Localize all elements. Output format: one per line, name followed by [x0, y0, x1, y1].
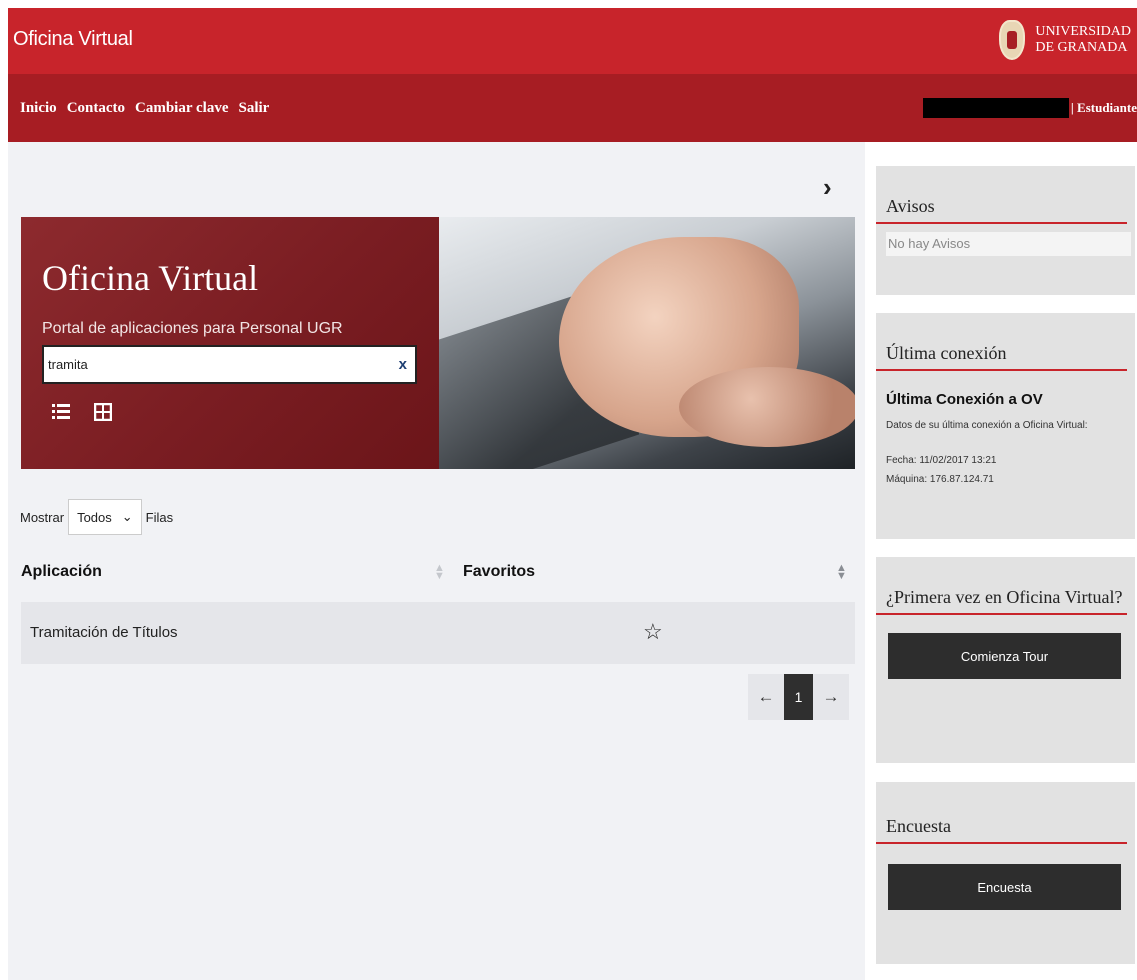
encuesta-card: Encuesta Encuesta [876, 782, 1135, 964]
column-header-aplicacion[interactable]: Aplicación [21, 563, 102, 581]
redacted-user-name [922, 98, 1069, 118]
main-content: › Oficina Virtual Portal de aplicaciones… [8, 142, 865, 980]
rows-control: Mostrar Todos ⌄ Filas [20, 499, 173, 535]
rows-select-value: Todos [77, 509, 112, 525]
app-title[interactable]: Oficina Virtual [13, 28, 133, 51]
chevron-down-icon: ⌄ [121, 509, 133, 524]
rows-label: Filas [145, 509, 174, 525]
top-header: Oficina Virtual UNIVERSIDAD DE GRANADA [8, 8, 1137, 74]
column-header-favoritos[interactable]: Favoritos [463, 563, 535, 581]
logo-line-1: UNIVERSIDAD [1035, 24, 1131, 39]
clear-icon[interactable]: x [399, 356, 407, 373]
ultima-conexion-card: Última conexión Última Conexión a OV Dat… [876, 313, 1135, 539]
star-icon[interactable]: ☆ [643, 619, 663, 645]
prev-page-button[interactable]: ← [748, 674, 784, 720]
encuesta-title: Encuesta [876, 816, 1127, 844]
nav-links: Inicio Contacto Cambiar clave Salir [20, 100, 269, 117]
sort-icon[interactable]: ▲ ▼ [836, 563, 847, 582]
list-view-icon[interactable] [52, 403, 70, 421]
crest-icon [999, 20, 1026, 60]
hero-image [439, 217, 855, 469]
hero-banner: Oficina Virtual Portal de aplicaciones p… [21, 217, 855, 469]
tour-title: ¿Primera vez en Oficina Virtual? [876, 587, 1127, 615]
table-header: Aplicación ▲ ▼ Favoritos ▲ ▼ [21, 546, 855, 602]
search-box: x [42, 345, 417, 384]
search-input[interactable] [48, 357, 378, 372]
ultima-conexion-description: Datos de su última conexión a Oficina Vi… [886, 420, 1088, 431]
ultima-conexion-maquina: Máquina: 176.87.124.71 [886, 474, 994, 485]
user-area: | Estudiante [922, 98, 1137, 118]
rows-select[interactable]: Todos ⌄ [68, 499, 142, 535]
next-page-button[interactable]: → [813, 674, 849, 720]
pagination: ← 1 → [748, 674, 849, 720]
hero-subtitle: Portal de aplicaciones para Personal UGR [42, 320, 343, 337]
current-page-button[interactable]: 1 [784, 674, 813, 720]
encuesta-button[interactable]: Encuesta [888, 864, 1121, 910]
hero-panel: Oficina Virtual Portal de aplicaciones p… [21, 217, 439, 469]
hero-title: Oficina Virtual [42, 258, 259, 298]
logo-line-2: DE GRANADA [1035, 40, 1128, 55]
nav-bar: Inicio Contacto Cambiar clave Salir | Es… [8, 74, 1137, 142]
avisos-card: Avisos No hay Avisos [876, 166, 1135, 295]
tour-card: ¿Primera vez en Oficina Virtual? Comienz… [876, 557, 1135, 763]
user-role: | Estudiante [1070, 100, 1137, 115]
ultima-conexion-title: Última conexión [876, 343, 1127, 371]
show-label: Mostrar [20, 509, 65, 525]
avisos-message: No hay Avisos [886, 232, 1131, 256]
applications-table: Aplicación ▲ ▼ Favoritos ▲ ▼ Tramitación d… [21, 546, 855, 664]
start-tour-button[interactable]: Comienza Tour [888, 633, 1121, 679]
nav-link-cambiar-clave[interactable]: Cambiar clave [135, 100, 228, 117]
application-name[interactable]: Tramitación de Títulos [30, 624, 178, 641]
table-row[interactable]: Tramitación de Títulos ☆ [21, 602, 855, 664]
grid-view-icon[interactable] [94, 403, 112, 421]
nav-link-contacto[interactable]: Contacto [67, 100, 125, 117]
avisos-title: Avisos [876, 196, 1127, 224]
chevron-right-icon[interactable]: › [823, 172, 832, 203]
university-logo[interactable]: UNIVERSIDAD DE GRANADA [999, 14, 1131, 66]
nav-link-inicio[interactable]: Inicio [20, 100, 57, 117]
ultima-conexion-fecha: Fecha: 11/02/2017 13:21 [886, 455, 997, 466]
ultima-conexion-heading: Última Conexión a OV [886, 391, 1043, 408]
sort-icon[interactable]: ▲ ▼ [434, 563, 445, 582]
nav-link-salir[interactable]: Salir [238, 100, 269, 117]
